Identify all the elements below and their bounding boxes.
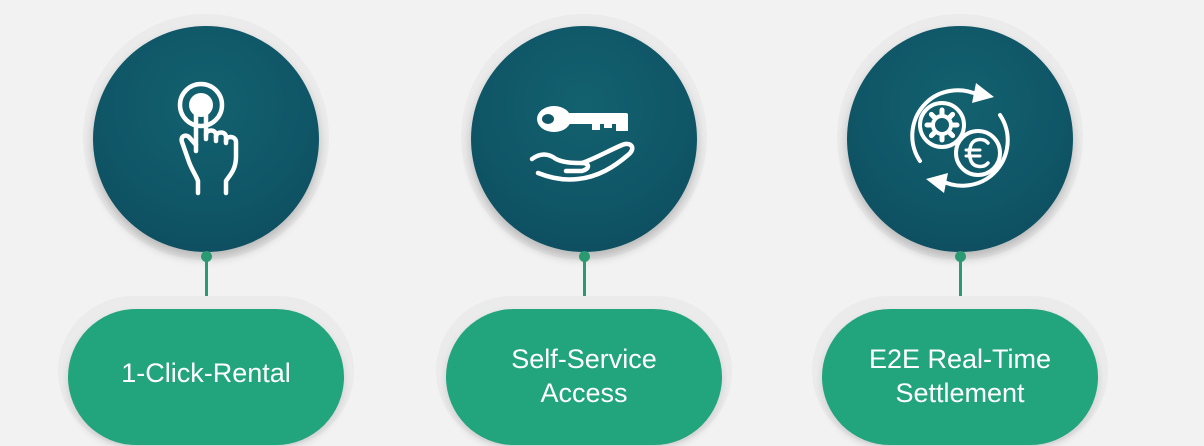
feature-icon-circle (471, 26, 697, 252)
feature-label-pill: Self-Service Access (446, 309, 722, 445)
feature-label: E2E Real-Time Settlement (868, 344, 1052, 408)
key-hand-icon (529, 106, 635, 182)
connector-dot-top (579, 251, 590, 262)
feature-label: Self-Service Access (511, 344, 657, 408)
connector-dot-top (201, 251, 212, 262)
feature-1-click-rental: 1-Click-Rental (56, 0, 356, 446)
feature-label: 1-Click-Rental (121, 358, 291, 388)
feature-self-service-access: Self-Service Access (434, 0, 734, 446)
feature-label-pill: E2E Real-Time Settlement (822, 309, 1098, 445)
gear-euro-cycle-icon (910, 83, 1010, 193)
connector-dot-top (955, 251, 966, 262)
feature-e2e-real-time-settlement: E2E Real-Time Settlement (810, 0, 1110, 446)
feature-icon-circle (93, 26, 319, 252)
finger-tap-icon (177, 81, 239, 196)
feature-icon-circle (847, 26, 1073, 252)
feature-label-pill: 1-Click-Rental (68, 309, 344, 445)
